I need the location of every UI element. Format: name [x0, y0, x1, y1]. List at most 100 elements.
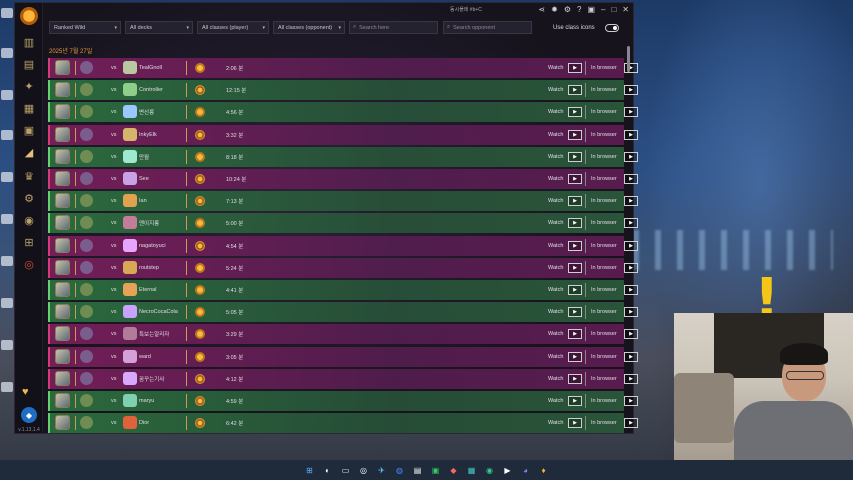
duels-icon[interactable]: ◉	[21, 213, 37, 227]
collection-icon[interactable]: ▦	[21, 101, 37, 115]
help-icon[interactable]: ?	[577, 5, 581, 14]
replay-row[interactable]: vs Eternal 4:41 분 Watch ▶ In browser ▶	[48, 280, 638, 300]
obs-icon[interactable]: ◎	[358, 465, 369, 476]
media-icon[interactable]: ▶	[502, 465, 513, 476]
share-icon[interactable]: ⋖	[538, 5, 545, 14]
watch-button[interactable]: ▶	[568, 329, 582, 340]
theme-icon[interactable]: ✹	[551, 5, 558, 14]
in-browser-button[interactable]: ▶	[624, 351, 638, 362]
scrollbar-thumb[interactable]	[627, 46, 630, 72]
replay-row[interactable]: vs ward 3:05 분 Watch ▶ In browser ▶	[48, 346, 638, 367]
watch-button[interactable]: ▶	[568, 373, 582, 384]
in-browser-button[interactable]: ▶	[624, 240, 638, 251]
in-browser-button[interactable]: ▶	[624, 329, 638, 340]
watch-button[interactable]: ▶	[568, 63, 582, 73]
desktop-icon[interactable]	[1, 90, 13, 100]
player-class-dropdown[interactable]: All classes (player) ▾	[197, 21, 269, 34]
replay-row[interactable]: vs routstep 5:24 분 Watch ▶ In browser ▶	[48, 257, 638, 278]
desktop-icon[interactable]	[1, 340, 13, 350]
desktop-icon[interactable]	[1, 382, 13, 392]
watch-button[interactable]: ▶	[568, 107, 582, 118]
watch-button[interactable]: ▶	[568, 85, 582, 96]
desktop-icon[interactable]	[1, 48, 13, 58]
search-opponent-input[interactable]: ⌕ Search opponent	[443, 21, 532, 34]
watch-button[interactable]: ▶	[568, 351, 582, 362]
cards-icon[interactable]: ▥	[21, 35, 37, 49]
in-browser-button[interactable]: ▶	[624, 373, 638, 384]
replay-row[interactable]: vs Controller 12:15 분 Watch ▶ In browser…	[48, 80, 638, 101]
watch-button[interactable]: ▶	[568, 218, 582, 229]
watch-button[interactable]: ▶	[568, 396, 582, 406]
desktop-icon[interactable]	[1, 298, 13, 308]
watch-button[interactable]: ▶	[568, 196, 582, 207]
maximize-icon[interactable]: □	[611, 5, 616, 14]
app-logo-icon[interactable]	[20, 7, 38, 25]
in-browser-button[interactable]: ▶	[624, 174, 638, 184]
in-browser-button[interactable]: ▶	[624, 218, 638, 229]
watch-button[interactable]: ▶	[568, 307, 582, 318]
tavern-icon[interactable]: ⊞	[21, 235, 37, 249]
edge-icon[interactable]: ◉	[484, 465, 495, 476]
stats-icon[interactable]: ▣	[21, 123, 37, 137]
search-input[interactable]: ⌕ Search here	[349, 21, 438, 34]
watch-button[interactable]: ▶	[568, 262, 582, 273]
replay-row[interactable]: vs 변선릉 4:56 분 Watch ▶ In browser ▶	[48, 102, 638, 123]
discord-icon[interactable]: ▣	[587, 5, 595, 14]
in-browser-button[interactable]: ▶	[624, 107, 638, 118]
replay-row[interactable]: vs 꿈꾸는기사 4:12 분 Watch ▶ In browser ▶	[48, 368, 638, 389]
live-streaming-icon[interactable]: ◎	[21, 257, 37, 271]
replay-row[interactable]: vs 만월 8:18 분 Watch ▶ In browser ▶	[48, 146, 638, 167]
desktop-icon[interactable]	[1, 172, 13, 182]
desktop-icon[interactable]	[1, 214, 13, 224]
replay-row[interactable]: vs NecroCocaCola 5:05 분 Watch ▶ In brows…	[48, 302, 638, 323]
explorer-icon[interactable]: ▭	[340, 465, 351, 476]
terminal-icon[interactable]: ▣	[430, 465, 441, 476]
mercenaries-icon[interactable]: ⚙	[21, 191, 37, 205]
replay-row[interactable]: vs InkyElk 3:32 분 Watch ▶ In browser ▶	[48, 124, 638, 145]
game-mode-dropdown[interactable]: Ranked Wild ▾	[49, 21, 121, 34]
replays-icon[interactable]: ◢	[21, 145, 37, 159]
notepad-icon[interactable]: ▤	[412, 465, 423, 476]
settings-icon[interactable]: ⚙	[564, 5, 571, 14]
replay-row[interactable]: vs maryu 4:59 분 Watch ▶ In browser ▶	[48, 391, 638, 411]
in-browser-button[interactable]: ▶	[624, 418, 638, 429]
watch-button[interactable]: ▶	[568, 174, 582, 184]
twitter-icon[interactable]: ✈	[376, 465, 387, 476]
app-icon[interactable]: ◆	[448, 465, 459, 476]
close-icon[interactable]: ✕	[622, 5, 629, 14]
battlegrounds-icon[interactable]: ♛	[21, 169, 37, 183]
watch-button[interactable]: ▶	[568, 418, 582, 429]
desktop-icon[interactable]	[1, 256, 13, 266]
heart-icon[interactable]: ♥	[22, 386, 29, 398]
start-icon[interactable]: ⊞	[304, 465, 315, 476]
in-browser-button[interactable]: ▶	[624, 396, 638, 406]
class-icons-toggle[interactable]	[605, 24, 619, 32]
replay-row[interactable]: vs Dior 6:42 분 Watch ▶ In browser ▶	[48, 413, 638, 434]
desktop-icon[interactable]	[1, 130, 13, 140]
decks-dropdown[interactable]: All decks ▾	[125, 21, 193, 34]
watch-button[interactable]: ▶	[568, 240, 582, 251]
replay-row[interactable]: vs See 10:24 분 Watch ▶ In browser ▶	[48, 169, 638, 189]
discord-icon[interactable]: ◕	[520, 465, 531, 476]
minimize-icon[interactable]: –	[601, 5, 605, 14]
watch-button[interactable]: ▶	[568, 285, 582, 295]
arena-icon[interactable]: ✦	[21, 79, 37, 93]
steam-icon[interactable]: ◐	[322, 465, 333, 476]
replay-row[interactable]: vs TealGnoll 2:06 분 Watch ▶ In browser ▶	[48, 58, 638, 78]
in-browser-button[interactable]: ▶	[624, 85, 638, 96]
hdt-icon[interactable]: ♦	[538, 465, 549, 476]
in-browser-button[interactable]: ▶	[624, 196, 638, 207]
opponent-class-dropdown[interactable]: All classes (opponent) ▾	[273, 21, 345, 34]
replay-row[interactable]: vs 특보는알리자 3:29 분 Watch ▶ In browser ▶	[48, 324, 638, 345]
in-browser-button[interactable]: ▶	[624, 285, 638, 295]
desktop-icon[interactable]	[1, 8, 13, 18]
watch-button[interactable]: ▶	[568, 151, 582, 162]
decks-icon[interactable]: ▤	[21, 57, 37, 71]
watch-button[interactable]: ▶	[568, 129, 582, 140]
replay-row[interactable]: vs 맨이지롱 5:00 분 Watch ▶ In browser ▶	[48, 213, 638, 234]
app-icon[interactable]: ▦	[466, 465, 477, 476]
replay-row[interactable]: vs Ian 7:13 분 Watch ▶ In browser ▶	[48, 191, 638, 212]
in-browser-button[interactable]: ▶	[624, 129, 638, 140]
in-browser-button[interactable]: ▶	[624, 151, 638, 162]
replay-row[interactable]: vs nagatoyuci 4:54 분 Watch ▶ In browser …	[48, 235, 638, 256]
